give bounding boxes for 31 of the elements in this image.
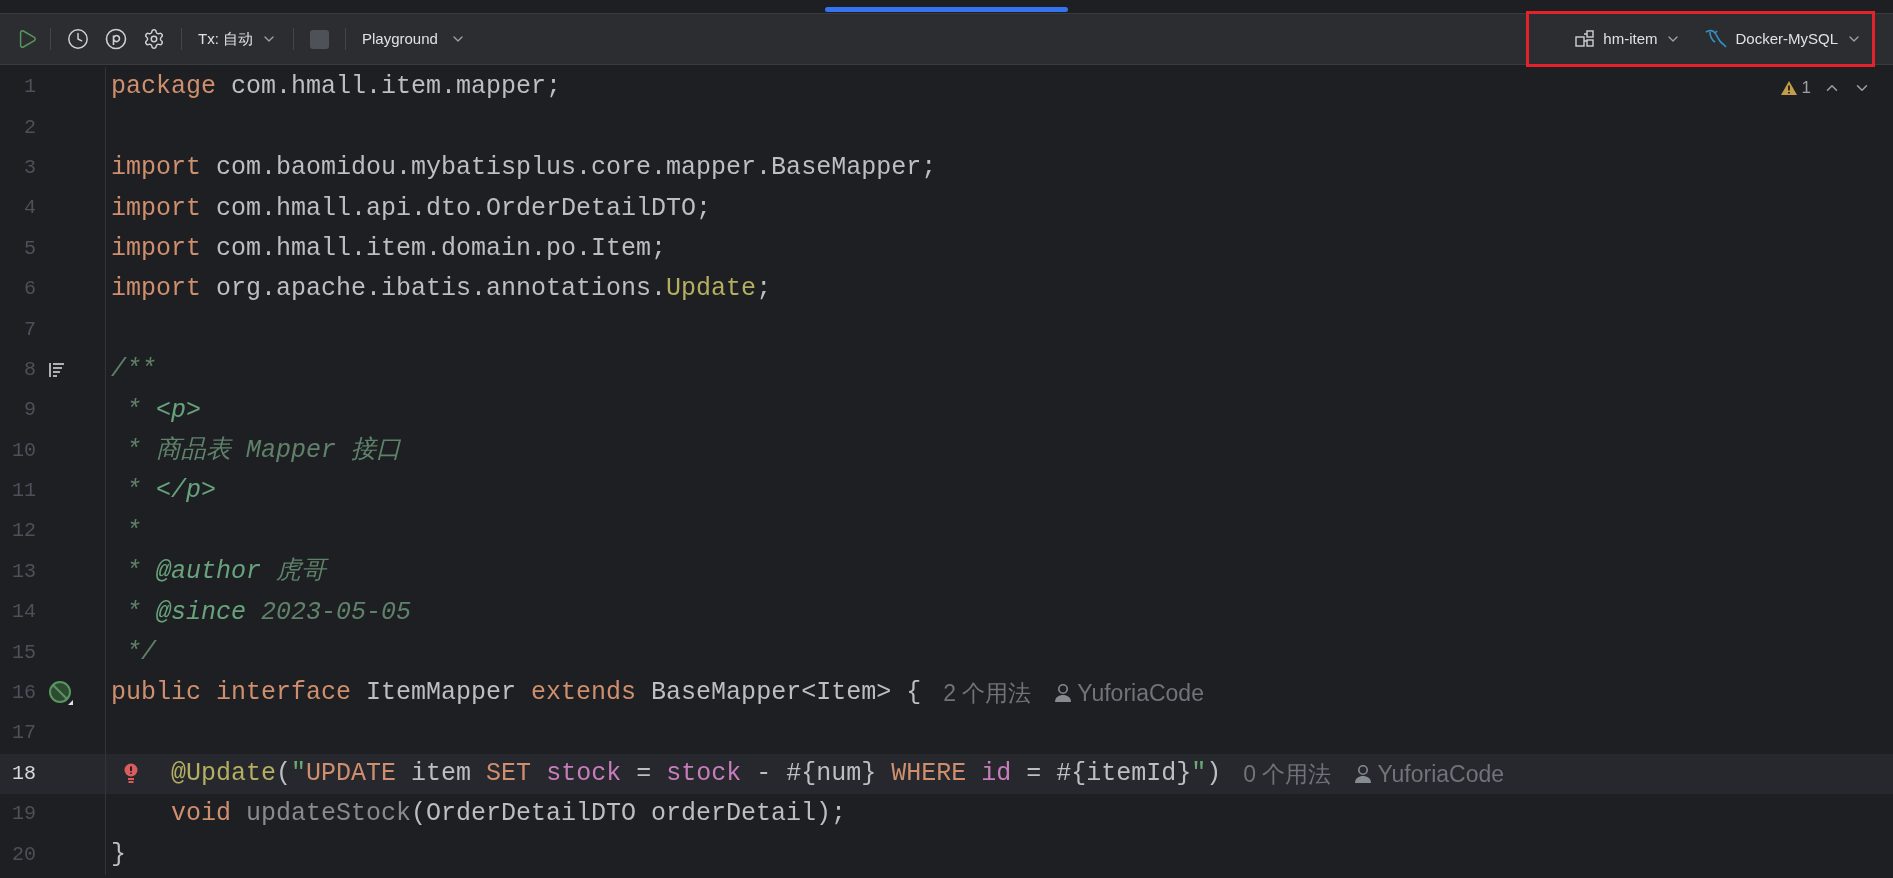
code-line: /** — [111, 354, 156, 387]
code-line: public interface ItemMapper extends BaseMapper<Item> { — [111, 677, 922, 710]
transaction-dropdown[interactable]: Tx: 自动 — [190, 27, 285, 51]
code-line: import com.baomidou.mybatisplus.core.mapper.BaseMapper; — [111, 152, 937, 185]
problem-count: 1 — [1801, 77, 1811, 99]
code-line: * @since 2023-05-05 — [125, 596, 412, 629]
person-icon — [1053, 683, 1074, 704]
session-dropdown[interactable]: Playground — [354, 27, 474, 51]
code-line: void updateStock(OrderDetailDTO orderDetail); — [171, 798, 847, 831]
datasource-dropdown[interactable]: Docker-MySQL — [1705, 27, 1862, 51]
code-line: import com.hmall.item.domain.po.Item; — [111, 233, 667, 265]
schema-dropdown[interactable]: hm-item — [1575, 27, 1682, 51]
implemented-icon[interactable] — [48, 680, 74, 707]
schema-icon — [1575, 30, 1596, 48]
warning-bulb-icon[interactable] — [123, 762, 139, 785]
code-line: * </p> — [125, 475, 217, 508]
code-line: @Update("UPDATE item SET stock = stock - #{num} WHERE id = #{itemId}") — [171, 758, 1222, 791]
code-line: import org.apache.ibatis.annotations.Update; — [111, 273, 772, 306]
person-icon — [1353, 763, 1374, 784]
line-number: 18 — [11, 760, 36, 787]
code-line: * — [125, 515, 141, 548]
code-line: * <p> — [125, 394, 202, 427]
code-line: */ — [125, 636, 156, 669]
doc-lines-icon[interactable] — [48, 361, 66, 378]
code-line: package com.hmall.item.mapper; — [111, 71, 562, 104]
dolphin-icon — [1705, 29, 1728, 49]
code-line: import com.hmall.api.dto.OrderDetailDTO; — [111, 192, 712, 225]
warning-icon[interactable] — [1779, 79, 1798, 96]
code-line: * 商品表 Mapper 接口 — [125, 434, 402, 467]
code-line: * @author 虎哥 — [125, 556, 327, 589]
code-line: } — [111, 838, 126, 871]
